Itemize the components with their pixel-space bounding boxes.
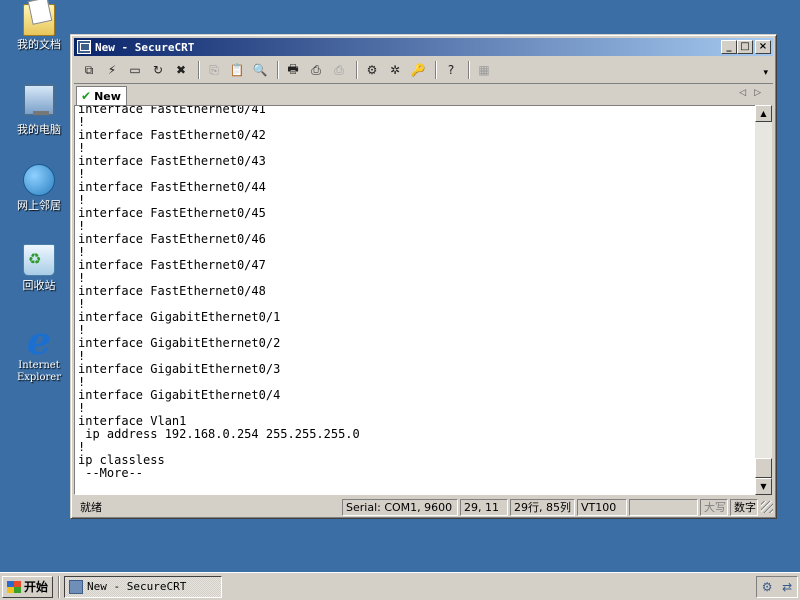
disconnect-icon[interactable]: ✖ bbox=[171, 61, 191, 79]
desktop-icon-recycle-bin[interactable]: 回收站 bbox=[6, 244, 72, 292]
desktop-icon-label: 回收站 bbox=[22, 279, 56, 292]
terminal-scrollbar[interactable]: ▲ ▼ bbox=[755, 105, 772, 495]
minimize-button[interactable]: _ bbox=[721, 40, 737, 54]
start-button[interactable]: 开始 bbox=[2, 575, 54, 598]
scrollbar-thumb[interactable] bbox=[755, 458, 772, 478]
connected-check-icon: ✔ bbox=[81, 89, 92, 103]
securecrt-app-icon bbox=[69, 579, 84, 594]
global-options-icon[interactable]: ✲ bbox=[385, 61, 405, 79]
find-icon[interactable]: 🔍 bbox=[250, 61, 270, 79]
tab-scroll-arrows[interactable]: ◁▷ bbox=[739, 88, 769, 98]
tab-label: New bbox=[94, 89, 121, 103]
maximize-button[interactable]: □ bbox=[737, 40, 753, 54]
reconnect-icon[interactable]: ↻ bbox=[148, 61, 168, 79]
connect-in-tab-icon[interactable]: ▭ bbox=[125, 61, 145, 79]
toolbar-separator bbox=[468, 61, 470, 79]
terminal-output[interactable]: interface FastEthernet0/41 ! interface F… bbox=[74, 105, 759, 495]
taskbar: 开始 New - SecureCRT ⚙ ⇄ bbox=[0, 572, 800, 600]
desktop-icon-label: Internet Explorer bbox=[16, 360, 62, 383]
desktop-icon-my-documents[interactable]: 我的文档 bbox=[6, 4, 72, 51]
toolbar-separator bbox=[198, 61, 200, 79]
scroll-down-arrow-icon[interactable]: ▼ bbox=[755, 478, 772, 495]
toolbar-separator bbox=[277, 61, 279, 79]
system-tray: ⚙ ⇄ bbox=[756, 576, 798, 598]
windows-logo-icon bbox=[7, 580, 21, 593]
status-num-lock: 数字 bbox=[730, 498, 758, 516]
desktop-icon-internet-explorer[interactable]: e Internet Explorer bbox=[6, 318, 72, 384]
desktop-icon-label: 我的文档 bbox=[17, 38, 61, 51]
my-computer-icon bbox=[23, 84, 55, 116]
toolbar-overflow-icon[interactable]: ▾ bbox=[763, 68, 768, 78]
scroll-up-arrow-icon[interactable]: ▲ bbox=[755, 105, 772, 122]
tray-volume-icon[interactable]: ⇄ bbox=[782, 580, 792, 594]
key-icon[interactable]: 🔑 bbox=[408, 61, 428, 79]
status-emulation: VT100 bbox=[577, 498, 627, 516]
status-terminal-size: 29行, 85列 bbox=[510, 498, 575, 516]
network-places-icon bbox=[23, 164, 55, 196]
tray-network-icon[interactable]: ⚙ bbox=[762, 580, 773, 594]
quick-connect-icon[interactable]: ⚡ bbox=[102, 61, 122, 79]
tab-new[interactable]: ✔ New bbox=[76, 86, 127, 105]
print-selection-icon[interactable]: ⎙ bbox=[306, 61, 326, 79]
desktop-icon-label: 网上邻居 bbox=[17, 199, 61, 212]
connect-icon[interactable]: ⧉ bbox=[79, 61, 99, 79]
print-setup-icon[interactable]: ⎙ bbox=[329, 61, 349, 79]
map-icon[interactable]: ▦ bbox=[474, 61, 494, 79]
toolbar-separator bbox=[356, 61, 358, 79]
securecrt-window: New - SecureCRT _ □ × ⧉ ⚡ ▭ ↻ ✖ ⎘ 📋 🔍 🖶 … bbox=[70, 34, 777, 519]
desktop-icon-network-places[interactable]: 网上邻居 bbox=[6, 164, 72, 212]
my-documents-icon bbox=[23, 4, 55, 36]
close-button[interactable]: × bbox=[755, 40, 771, 54]
start-label: 开始 bbox=[24, 580, 49, 594]
resize-grip-icon[interactable] bbox=[761, 501, 773, 513]
taskbar-item-securecrt[interactable]: New - SecureCRT bbox=[64, 575, 223, 598]
help-icon[interactable]: ? bbox=[441, 61, 461, 79]
desktop-icon-label: 我的电脑 bbox=[17, 123, 61, 136]
status-caps-lock: 大写 bbox=[700, 498, 728, 516]
status-bar: 就绪 Serial: COM1, 9600 29, 11 29行, 85列 VT… bbox=[74, 498, 773, 516]
window-titlebar[interactable]: New - SecureCRT _ □ × bbox=[74, 38, 773, 56]
toolbar: ⧉ ⚡ ▭ ↻ ✖ ⎘ 📋 🔍 🖶 ⎙ ⎙ ⚙ ✲ 🔑 ? ▦ ▾ bbox=[79, 58, 770, 82]
paste-icon[interactable]: 📋 bbox=[227, 61, 247, 79]
status-cursor-position: 29, 11 bbox=[460, 498, 508, 516]
toolbar-separator bbox=[435, 61, 437, 79]
window-title: New - SecureCRT bbox=[95, 40, 195, 54]
taskbar-item-label: New - SecureCRT bbox=[87, 580, 187, 593]
session-options-icon[interactable]: ⚙ bbox=[362, 61, 382, 79]
internet-explorer-icon: e bbox=[26, 318, 52, 363]
copy-icon[interactable]: ⎘ bbox=[204, 61, 224, 79]
terminal-text: interface FastEthernet0/41 ! interface F… bbox=[78, 105, 360, 480]
taskbar-separator bbox=[58, 575, 61, 598]
status-ready: 就绪 bbox=[80, 500, 102, 514]
status-serial: Serial: COM1, 9600 bbox=[342, 498, 458, 516]
session-tabbar: ✔ New ◁▷ bbox=[74, 83, 773, 105]
print-icon[interactable]: 🖶 bbox=[283, 61, 303, 79]
status-empty-pane bbox=[629, 498, 698, 516]
desktop-icon-my-computer[interactable]: 我的电脑 bbox=[6, 84, 72, 136]
recycle-bin-icon bbox=[23, 244, 55, 276]
securecrt-app-icon[interactable] bbox=[77, 40, 91, 54]
